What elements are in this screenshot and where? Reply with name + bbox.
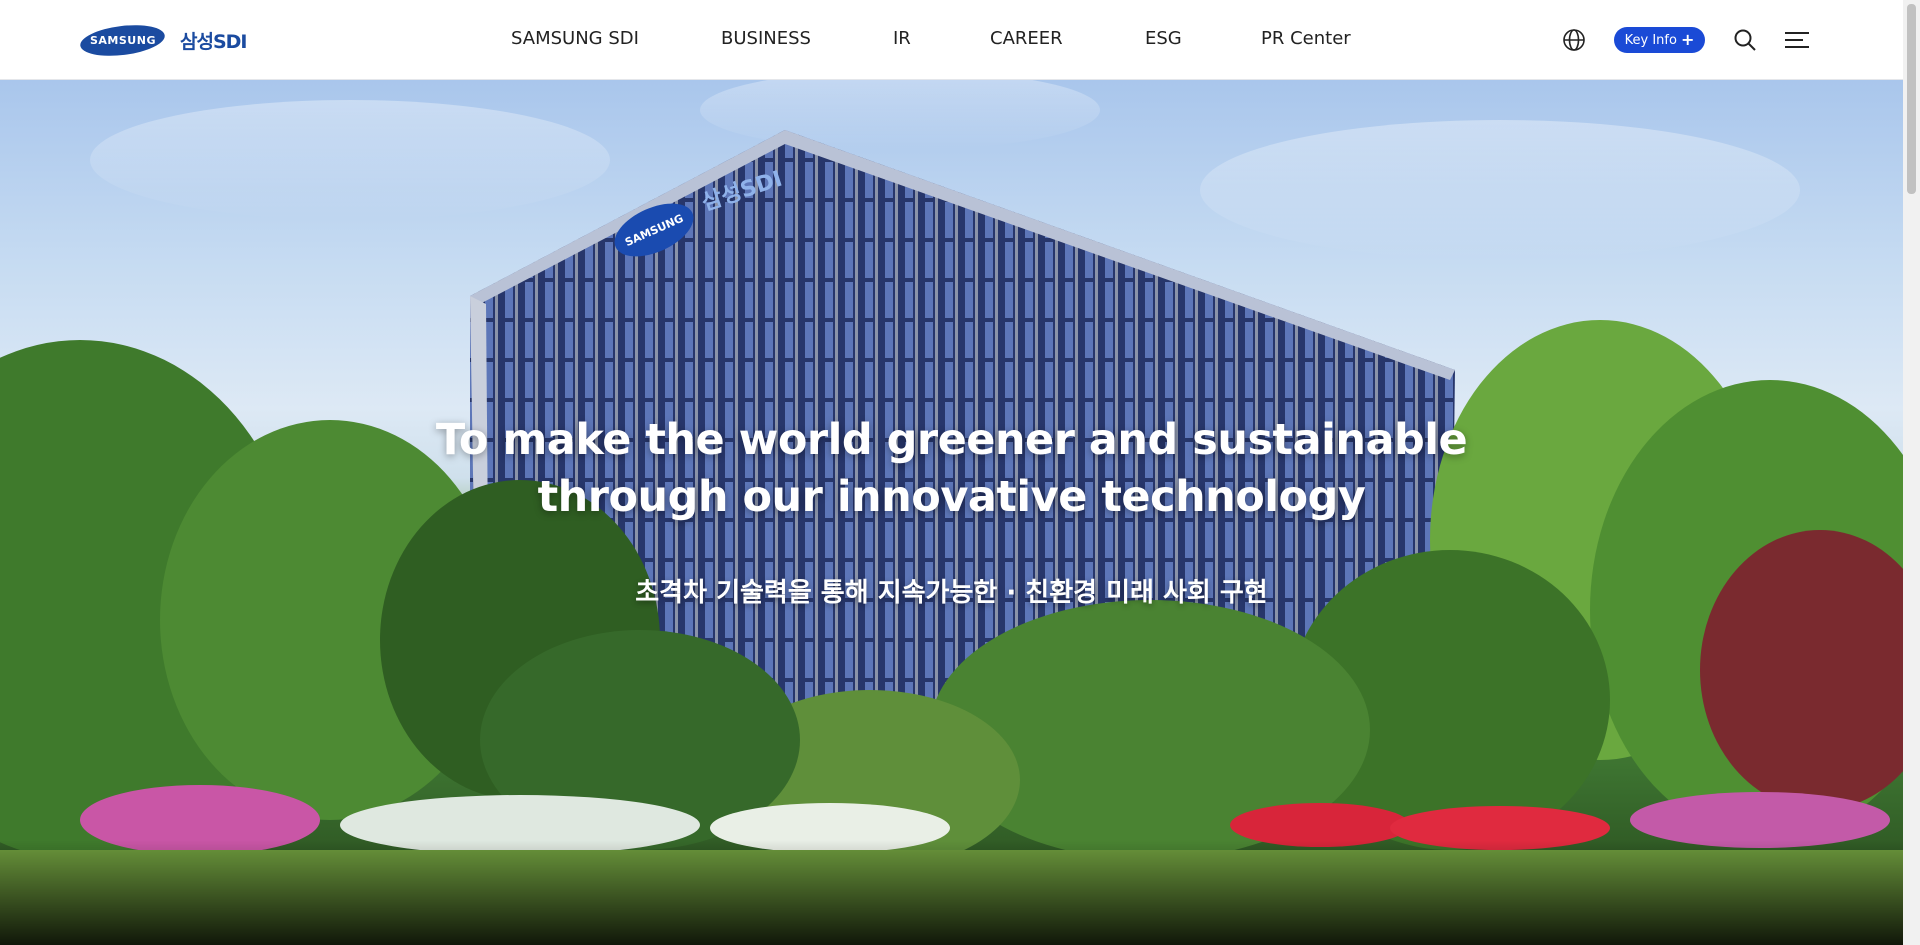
- nav-item-esg[interactable]: ESG: [1145, 28, 1182, 49]
- nav-item-pr-center[interactable]: PR Center: [1261, 28, 1351, 49]
- nav-item-samsung-sdi[interactable]: SAMSUNG SDI: [511, 28, 639, 49]
- site-header: SAMSUNG 삼성SDI SAMSUNG SDI BUSINESS IR CA…: [0, 0, 1903, 80]
- logo-oval-text: SAMSUNG: [89, 33, 156, 47]
- key-info-label: Key Info: [1624, 32, 1677, 48]
- globe-icon[interactable]: [1561, 27, 1587, 53]
- hero-subheadline: 초격차 기술력을 통해 지속가능한 · 친환경 미래 사회 구현: [635, 578, 1268, 608]
- hero-banner: SAMSUNG 삼성SDI To make the world greener …: [0, 80, 1903, 945]
- samsung-logo-oval: SAMSUNG: [78, 20, 167, 60]
- nav-item-business[interactable]: BUSINESS: [721, 28, 811, 49]
- key-info-button[interactable]: Key Info +: [1614, 27, 1705, 53]
- menu-icon[interactable]: [1784, 27, 1810, 53]
- vertical-scrollbar[interactable]: [1903, 0, 1920, 945]
- samsung-sdi-logo[interactable]: SAMSUNG 삼성SDI: [78, 20, 247, 60]
- nav-item-ir[interactable]: IR: [893, 28, 911, 49]
- hero-headline-line-2: through our innovative technology: [537, 472, 1366, 522]
- hero-headline-line-1: To make the world greener and sustainabl…: [435, 415, 1468, 465]
- logo-korean-text: 삼성SDI: [180, 30, 247, 53]
- nav-item-career[interactable]: CAREER: [990, 28, 1063, 49]
- scrollbar-thumb[interactable]: [1907, 4, 1916, 194]
- search-icon[interactable]: [1732, 27, 1758, 53]
- plus-icon: +: [1680, 30, 1695, 49]
